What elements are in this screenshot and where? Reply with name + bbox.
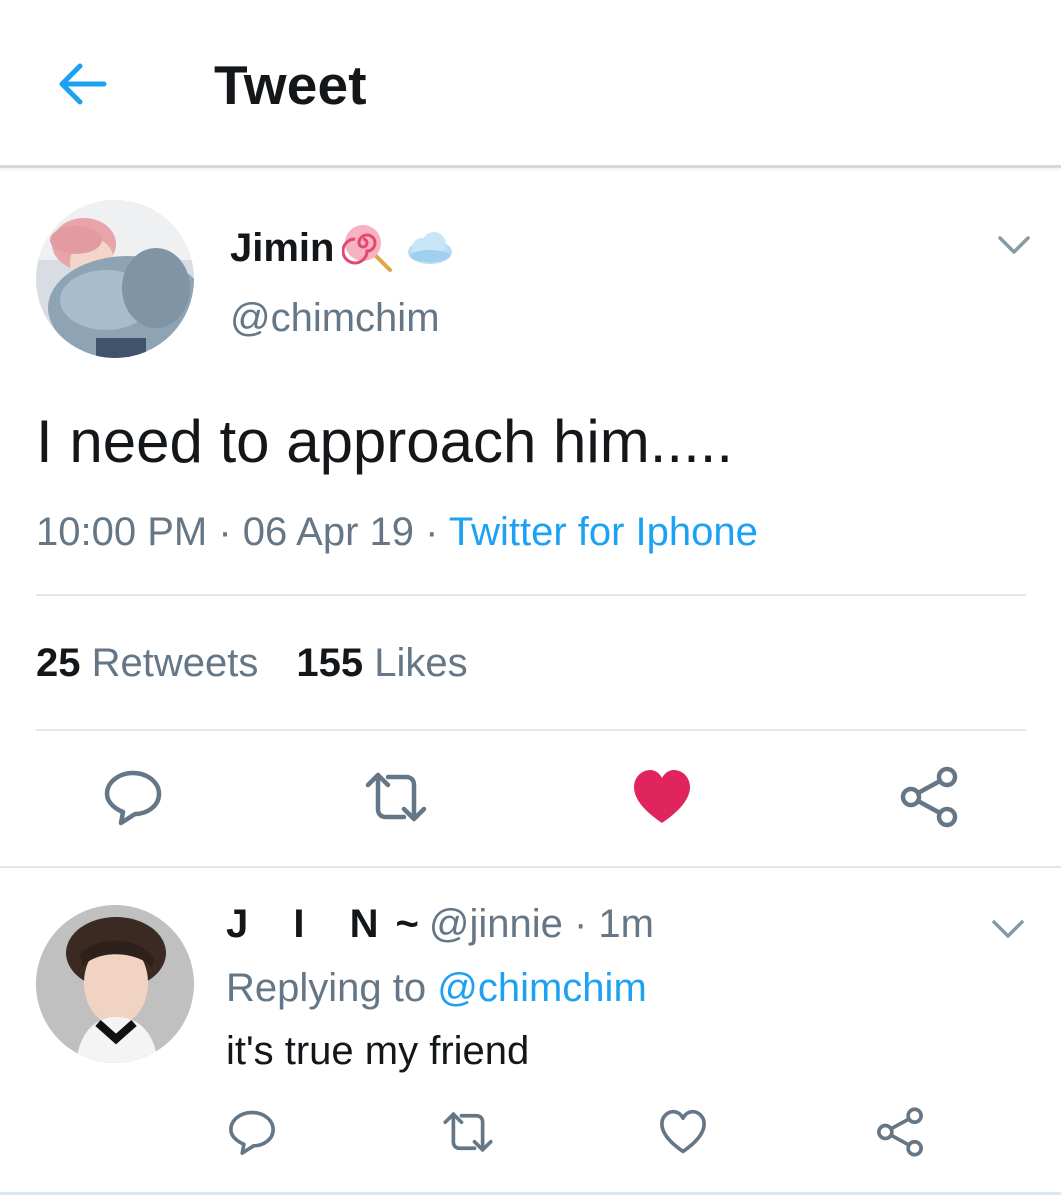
tweet-source-link[interactable]: Twitter for Iphone [449, 510, 758, 554]
divider [0, 866, 1061, 868]
share-icon[interactable] [897, 765, 961, 829]
reply-icon[interactable] [101, 765, 165, 829]
reply-header: J I N~ @jinnie · 1m [226, 898, 654, 950]
tweet-date: 06 Apr 19 [242, 510, 415, 554]
reply-text: it's true my friend [226, 1029, 530, 1073]
reply-author-name[interactable]: J I N [226, 902, 395, 946]
back-arrow-icon[interactable] [52, 54, 112, 114]
meta-separator: · [562, 902, 599, 946]
retweet-icon[interactable] [364, 765, 428, 829]
replying-to: Replying to @chimchim [226, 962, 647, 1014]
tweet-time: 10:00 PM [36, 510, 208, 554]
retweet-count: 25 [36, 641, 81, 685]
reply-author-handle[interactable]: @jinnie [429, 902, 563, 946]
reply-avatar[interactable] [36, 905, 194, 1063]
likes-stat[interactable]: 155 Likes [296, 636, 467, 690]
like-label: Likes [374, 641, 468, 685]
replying-prefix: Replying to [226, 966, 427, 1010]
tweet-text: I need to approach him..... [36, 408, 734, 475]
app-header [0, 0, 1061, 168]
divider [36, 729, 1026, 731]
reply-icon[interactable] [226, 1106, 278, 1158]
bottom-border [0, 1192, 1061, 1195]
heart-filled-icon[interactable] [630, 765, 694, 829]
lollipop-emoji [342, 225, 393, 272]
heart-outline-icon[interactable] [657, 1106, 709, 1158]
chevron-down-icon[interactable] [996, 230, 1032, 258]
tweet-stats: 25 Retweets 155 Likes [36, 636, 468, 690]
retweet-icon[interactable] [442, 1106, 494, 1158]
divider [36, 594, 1026, 596]
meta-separator: · [207, 510, 243, 554]
author-name-row: Jimin [230, 222, 454, 274]
page-title: Tweet [214, 54, 367, 116]
share-icon[interactable] [874, 1106, 926, 1158]
cloud-emoji [408, 232, 453, 264]
retweet-label: Retweets [91, 641, 259, 685]
retweets-stat[interactable]: 25 Retweets [36, 636, 258, 690]
like-count: 155 [296, 641, 364, 685]
author-name[interactable]: Jimin [230, 224, 334, 272]
reply-tilde: ~ [395, 902, 419, 946]
reply-time: 1m [598, 902, 654, 946]
chevron-down-icon[interactable] [990, 914, 1026, 942]
author-handle[interactable]: @chimchim [230, 293, 440, 343]
tweet-meta: 10:00 PM · 06 Apr 19 · Twitter for Iphon… [36, 505, 758, 559]
meta-separator: · [414, 510, 449, 554]
avatar[interactable] [36, 200, 194, 358]
mention-link[interactable]: @chimchim [437, 966, 647, 1010]
